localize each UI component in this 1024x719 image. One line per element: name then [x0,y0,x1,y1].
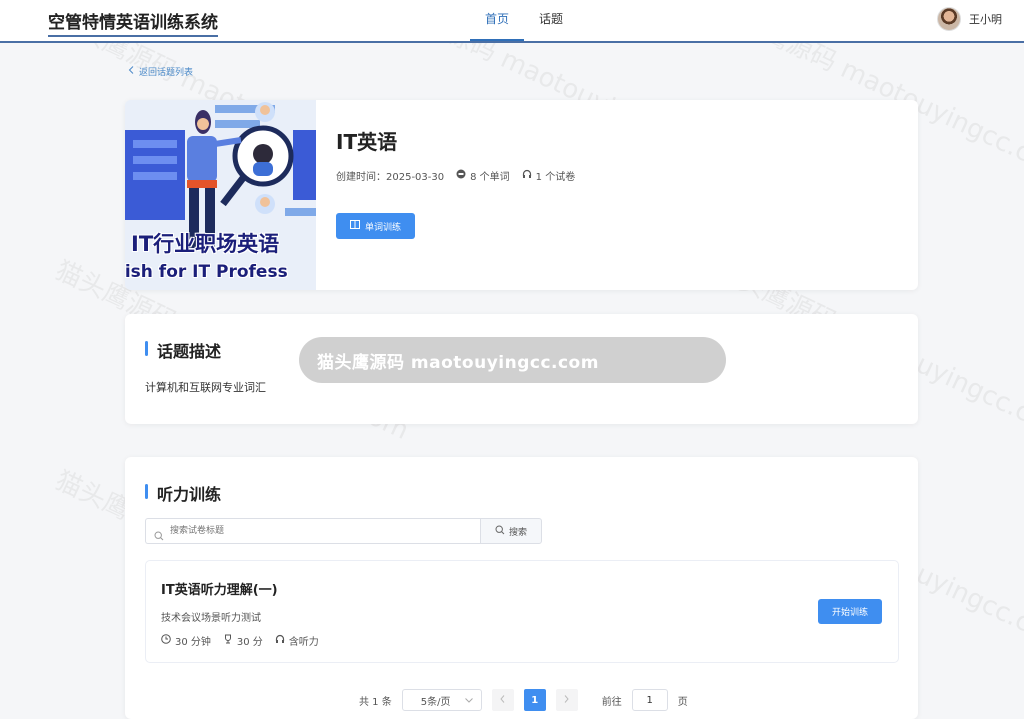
exam-duration: 30 分钟 [161,633,211,648]
listening-heading: 听力训练 [145,481,221,505]
goto-suffix: 页 [677,696,688,708]
user-menu[interactable]: 王小明 [937,7,1002,31]
trophy-icon [223,634,233,647]
topic-header-card: IT行业职场英语 lish for IT Profess IT英语 创建时间：2… [125,100,918,290]
exam-score: 30 分 [223,633,263,648]
top-header: 空管特情英语训练系统 首页 话题 王小明 [0,0,1024,43]
chevron-left-icon [128,66,134,77]
chevron-down-icon [464,695,473,706]
headphones-icon [522,169,532,182]
word-count-text: 8 个单词 [470,172,510,183]
word-training-label[interactable]: 单词训练 [365,220,401,233]
user-name[interactable]: 王小明 [969,11,1002,27]
topic-meta: 创建时间：2025-03-30 8 个单词 1 个试卷 [336,168,575,183]
exam-count-text: 1 个试卷 [535,172,576,183]
app-brand[interactable]: 空管特情英语训练系统 [48,8,218,37]
topic-title: IT英语 [336,130,398,154]
avatar[interactable] [937,7,961,31]
exam-duration-text: 30 分钟 [175,637,211,648]
watermark-banner: 猫头鹰源码 maotouyingcc.com [299,337,726,383]
created-date-text: 创建时间：2025-03-30 [336,172,445,183]
pagination-total: 共 1 条 [359,696,392,708]
book-icon [349,220,360,232]
cover-subtitle-text: lish for IT Profess [125,262,288,282]
exam-search: 搜索 [145,518,542,544]
goto-page-input[interactable] [631,689,668,711]
nav-item-home[interactable]: 首页 [470,0,525,41]
word-training-button[interactable]: 单词训练 [336,213,415,239]
word-count-icon [456,169,466,182]
exam-meta: 30 分钟 30 分 含听力 [161,633,319,648]
search-button-label[interactable]: 搜索 [509,525,527,538]
back-link-label[interactable]: 返回话题列表 [139,65,193,78]
description-heading: 话题描述 [145,338,221,362]
exam-title: IT英语听力理解(一) [161,583,278,598]
search-icon [154,526,164,545]
chevron-left-icon [500,694,505,706]
exam-search-input[interactable] [145,518,480,544]
goto-prefix: 前往 [601,696,622,708]
exam-audio: 含听力 [275,633,319,648]
search-button[interactable]: 搜索 [480,518,542,544]
prev-page-button[interactable] [491,689,514,711]
next-page-button[interactable] [555,689,578,711]
exam-description: 技术会议场景听力测试 [161,613,261,624]
exam-count: 1 个试卷 [522,168,576,183]
clock-icon [161,634,171,647]
created-date: 创建时间：2025-03-30 [336,168,444,183]
page-number-button[interactable]: 1 [523,689,546,711]
exam-score-text: 30 分 [236,637,263,648]
cover-title-text: IT行业职场英语 [131,232,280,256]
page-size-value[interactable]: 5条/页 [421,693,451,708]
description-text: 计算机和互联网专业词汇 [145,381,266,394]
nav-item-topics[interactable]: 话题 [524,0,578,41]
chevron-right-icon [564,694,569,706]
exam-list-item: IT英语听力理解(一) 技术会议场景听力测试 30 分钟 30 分 含听力 开始… [145,560,899,663]
pagination: 共 1 条 5条/页 1 前往 页 [359,689,688,711]
start-training-button[interactable]: 开始训练 [818,599,882,624]
page-size-select[interactable]: 5条/页 [401,689,482,711]
back-to-topics-link[interactable]: 返回话题列表 [128,65,193,78]
search-icon [495,524,505,538]
word-count: 8 个单词 [456,168,510,183]
headphones-icon [275,634,285,647]
topic-cover-image: IT行业职场英语 lish for IT Profess [125,100,316,290]
main-nav: 首页 话题 [470,0,578,43]
listening-card: 听力训练 搜索 IT英语听力理解(一) 技术会议场景听力测试 30 分钟 [125,457,918,719]
exam-audio-text: 含听力 [288,637,319,648]
